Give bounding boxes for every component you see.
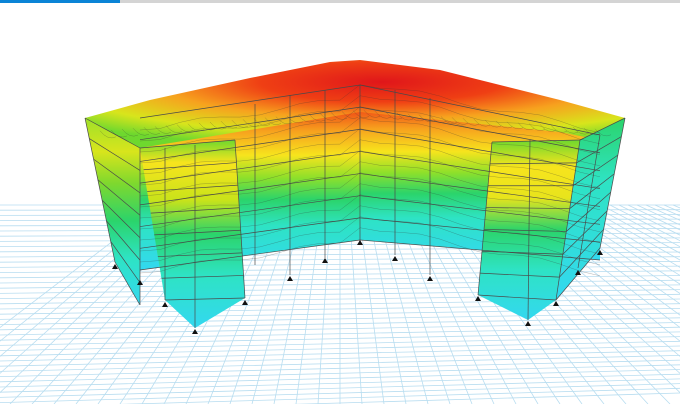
support-symbol	[392, 256, 398, 261]
left-column-front	[140, 140, 245, 328]
support-symbol	[525, 321, 531, 326]
support-symbol	[357, 240, 363, 245]
support-symbol	[553, 301, 559, 306]
support-symbol	[287, 276, 293, 281]
model-viewport[interactable]	[0, 0, 680, 404]
support-symbol	[162, 302, 168, 307]
model-canvas[interactable]	[0, 0, 680, 404]
